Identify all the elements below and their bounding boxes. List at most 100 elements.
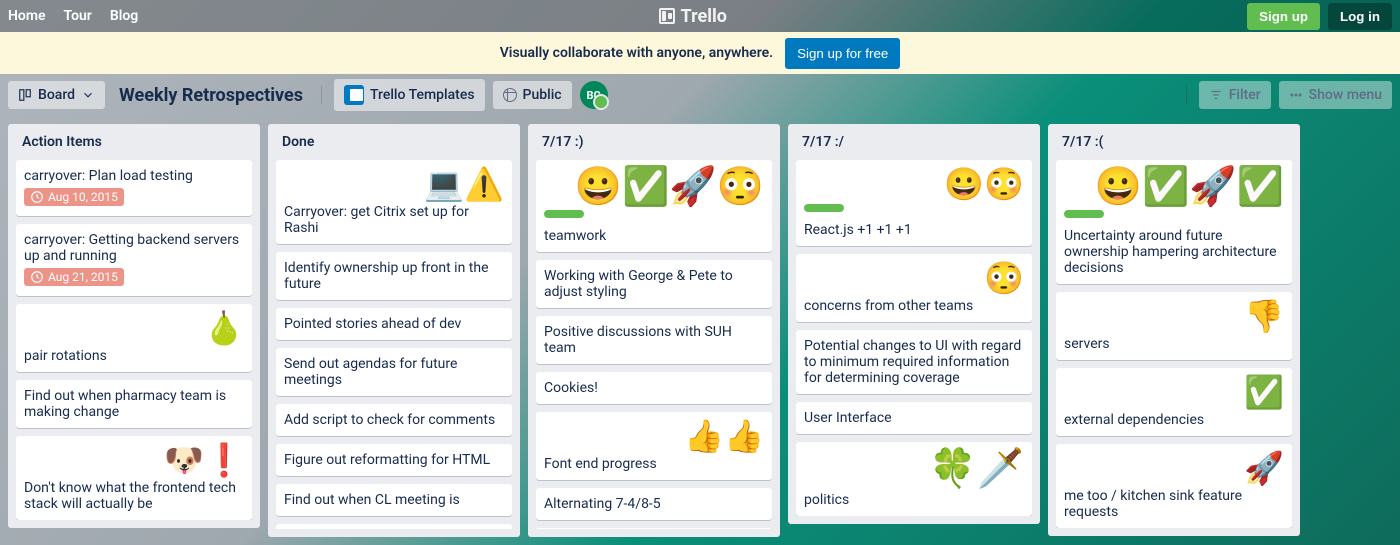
divider [1186, 86, 1187, 104]
card-text: carryover: Getting backend servers up an… [24, 232, 244, 264]
nav-blog[interactable]: Blog [110, 8, 138, 24]
card[interactable]: Find out when pharmacy team is making ch… [16, 380, 252, 428]
visibility-button[interactable]: Public [493, 81, 572, 109]
card[interactable]: Potential changes to UI with regard to m… [796, 330, 1032, 394]
banner-cta-button[interactable]: Sign up for free [785, 38, 900, 69]
list-title[interactable]: 7/17 :) [536, 132, 772, 152]
card[interactable]: 🐶❗Don't know what the frontend tech stac… [16, 436, 252, 520]
card-text: carryover: Plan load testing [24, 168, 244, 184]
nav-tour[interactable]: Tour [64, 8, 92, 24]
list-title[interactable]: 7/17 :/ [796, 132, 1032, 152]
card[interactable]: Pointed stories ahead of dev [276, 308, 512, 340]
card[interactable]: 👎servers [1056, 292, 1292, 360]
list: 7/17 :) 😀✅🚀😳 teamwork Working with George &… [528, 124, 780, 537]
list-cards: carryover: Plan load testing Aug 10, 2015… [16, 160, 252, 520]
card-stickers: 😀✅🚀✅ [1064, 168, 1284, 206]
list-title[interactable]: Done [276, 132, 512, 152]
card[interactable]: 🚀 me too / kitchen sink feature requests [1056, 444, 1292, 528]
card-stickers: 🍀🗡️ [804, 450, 1024, 488]
card-text: external dependencies [1064, 412, 1284, 428]
card-text: Send out agendas for future meetings [284, 356, 504, 388]
due-date-badge[interactable]: Aug 10, 2015 [24, 188, 124, 206]
card[interactable]: ✅ external dependencies [1056, 368, 1292, 436]
globe-icon [503, 88, 517, 102]
promo-banner: Visually collaborate with anyone, anywhe… [0, 32, 1400, 74]
filter-label: Filter [1229, 87, 1261, 103]
card-text: servers [1064, 336, 1284, 352]
list: Action Items carryover: Plan load testing… [8, 124, 260, 528]
card-label-green[interactable] [1064, 210, 1104, 218]
chevron-down-icon [81, 88, 95, 102]
show-menu-label: Show menu [1309, 87, 1382, 103]
card[interactable]: Cookies! [536, 372, 772, 404]
card-stickers: 😀✅🚀😳 [544, 168, 764, 206]
card[interactable]: Find out when CL meeting is [276, 484, 512, 516]
card-text: Find out when CL meeting is [284, 492, 504, 508]
card-text: Carryover: get Citrix set up for Rashi [284, 204, 504, 236]
card[interactable]: Add script to check for comments [276, 404, 512, 436]
card[interactable]: carryover: Plan load testing Aug 10, 2015 [16, 160, 252, 216]
card-stickers: 💻⚠️ [284, 168, 504, 200]
card[interactable]: Alternating 7-4/8-5 [536, 488, 772, 520]
card[interactable]: carryover: Getting backend servers up an… [16, 224, 252, 296]
card-text: Identify ownership up front in the futur… [284, 260, 504, 292]
card[interactable]: Positive discussions with SUH team [536, 316, 772, 364]
card[interactable]: 💻⚠️ Carryover: get Citrix set up for Rash… [276, 160, 512, 244]
card-stickers: 👍👍 [544, 420, 764, 452]
member-avatar[interactable]: BC [580, 81, 608, 109]
board-title[interactable]: Weekly Retrospectives [113, 85, 309, 106]
due-date-badge[interactable]: Aug 21, 2015 [24, 268, 124, 286]
divider [321, 86, 322, 104]
login-button[interactable]: Log in [1328, 3, 1392, 30]
card[interactable]: Figure out reformatting for HTML [276, 444, 512, 476]
card-stickers: 😀😳 [804, 168, 1024, 200]
card-label-green[interactable] [804, 204, 844, 212]
list-cards: 😀😳 React.js +1 +1 +1 😳concerns from other … [796, 160, 1032, 516]
card-text: me too / kitchen sink feature requests [1064, 488, 1284, 520]
filter-button[interactable]: Filter [1199, 81, 1271, 109]
card[interactable]: 👍👍Font end progress [536, 412, 772, 480]
list-title[interactable]: Action Items [16, 132, 252, 152]
card-text: teamwork [544, 228, 764, 244]
clock-icon [30, 270, 44, 284]
nav-links: Home Tour Blog [8, 8, 138, 24]
card[interactable]: Identify ownership up front in the futur… [276, 252, 512, 300]
card-stickers: ✅ [1064, 376, 1284, 408]
card[interactable]: 😳concerns from other teams [796, 254, 1032, 322]
card-text: React.js +1 +1 +1 [804, 222, 1024, 238]
show-menu-button[interactable]: Show menu [1279, 81, 1392, 109]
list-title[interactable]: 7/17 :( [1056, 132, 1292, 152]
card[interactable]: User Interface [796, 402, 1032, 434]
card-stickers: 🚀 [1064, 452, 1284, 484]
filter-icon [1209, 88, 1223, 102]
card[interactable]: 😀✅🚀😳 teamwork [536, 160, 772, 252]
card[interactable]: Send out agendas for future meetings [276, 348, 512, 396]
card-label-green[interactable] [544, 210, 584, 218]
card[interactable]: 🍀🗡️ politics [796, 442, 1032, 516]
nav-home[interactable]: Home [8, 8, 46, 24]
board-view-label: Board [38, 87, 75, 103]
card-text: Add script to check for comments [284, 412, 504, 428]
trello-logo-icon [659, 8, 675, 24]
list-cards: 😀✅🚀✅Uncertainty around future ownership … [1056, 160, 1292, 528]
signup-button[interactable]: Sign up [1247, 3, 1320, 30]
card[interactable]: 😀😳 React.js +1 +1 +1 [796, 160, 1032, 246]
list-cards: 💻⚠️ Carryover: get Citrix set up for Rash… [276, 160, 512, 529]
dots-icon [1289, 88, 1303, 102]
card-text: User Interface [804, 410, 1024, 426]
brand: Trello [138, 6, 1247, 27]
card[interactable]: meeting with John James [536, 528, 772, 529]
visibility-label: Public [523, 87, 562, 103]
list: 7/17 :( 😀✅🚀✅Uncertainty around future own… [1048, 124, 1300, 536]
board-canvas[interactable]: Action Items carryover: Plan load testing… [0, 116, 1400, 545]
card[interactable]: 🍐pair rotations [16, 304, 252, 372]
card-text: Potential changes to UI with regard to m… [804, 338, 1024, 386]
list: 7/17 :/ 😀😳 React.js +1 +1 +1 😳concerns from… [788, 124, 1040, 524]
templates-button[interactable]: Trello Templates [334, 79, 485, 111]
card[interactable]: Pair rotations [276, 524, 512, 529]
card[interactable]: Working with George & Pete to adjust sty… [536, 260, 772, 308]
card-text: politics [804, 492, 1024, 508]
card[interactable]: 😀✅🚀✅Uncertainty around future ownership … [1056, 160, 1292, 284]
card-text: Working with George & Pete to adjust sty… [544, 268, 764, 300]
board-view-switcher[interactable]: Board [8, 81, 105, 109]
